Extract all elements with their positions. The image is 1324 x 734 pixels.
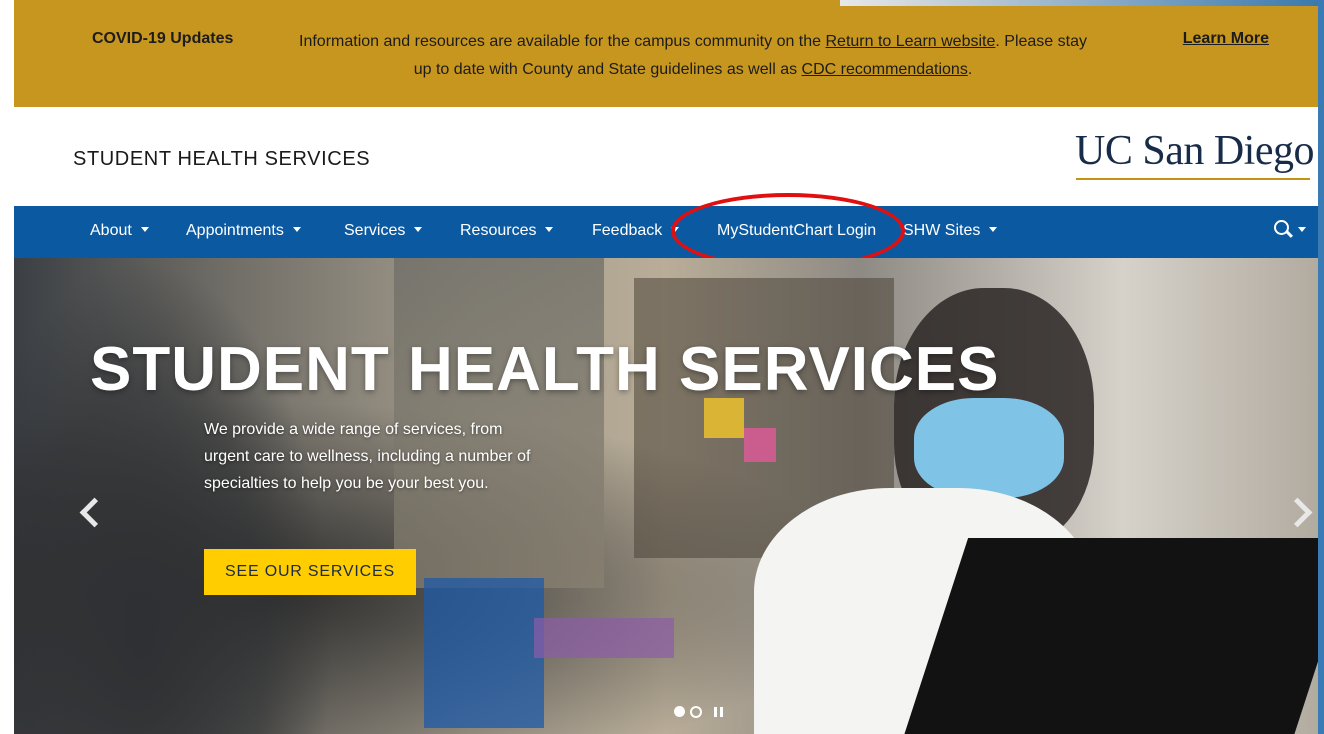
caret-down-icon [989, 227, 998, 233]
photo-face-mask [914, 398, 1064, 498]
nav-item-about[interactable]: About [90, 206, 149, 258]
search-button[interactable] [1274, 206, 1306, 258]
caret-down-icon [545, 227, 554, 233]
hero-carousel: STUDENT HEALTH SERVICES We provide a wid… [14, 258, 1318, 734]
covid-text-1: Information and resources are available … [299, 33, 826, 50]
carousel-dot-active[interactable] [674, 706, 685, 717]
see-our-services-button[interactable]: SEE OUR SERVICES [204, 549, 416, 595]
nav-item-shw-sites[interactable]: SHW Sites [903, 206, 998, 258]
nav-label: MyStudentChart Login [717, 222, 877, 239]
return-to-learn-link[interactable]: Return to Learn website [826, 33, 996, 50]
site-name[interactable]: STUDENT HEALTH SERVICES [73, 148, 370, 171]
nav-label: About [90, 222, 132, 239]
caret-down-icon [414, 227, 423, 233]
nav-label: Resources [460, 222, 537, 239]
covid-banner-message: Information and resources are available … [290, 28, 1096, 84]
carousel-dot[interactable] [690, 706, 702, 718]
photo-monitor [899, 538, 1318, 734]
cdc-recommendations-link[interactable]: CDC recommendations [802, 61, 968, 78]
photo-sticky-note [744, 428, 776, 462]
main-navigation: About Appointments Services Resources Fe… [14, 206, 1318, 258]
right-edge [1318, 0, 1324, 734]
photo-blue-item [424, 578, 544, 728]
page: COVID-19 Updates Information and resourc… [0, 0, 1324, 734]
nav-item-services[interactable]: Services [344, 206, 423, 258]
caret-down-icon [292, 227, 301, 233]
caret-down-icon [1298, 227, 1306, 233]
left-edge [0, 0, 14, 734]
nav-item-feedback[interactable]: Feedback [592, 206, 680, 258]
search-icon [1274, 220, 1289, 236]
nav-label: Appointments [186, 222, 284, 239]
logo-underline [1076, 178, 1310, 180]
photo-purple-item [534, 618, 674, 658]
covid-banner-title: COVID-19 Updates [92, 30, 234, 47]
covid-banner: COVID-19 Updates Information and resourc… [14, 0, 1318, 107]
nav-item-resources[interactable]: Resources [460, 206, 554, 258]
nav-label: Services [344, 222, 406, 239]
caret-down-icon [140, 227, 149, 233]
caret-down-icon [671, 227, 680, 233]
nav-item-mystudentchart-login[interactable]: MyStudentChart Login [717, 206, 876, 258]
ucsd-logo[interactable]: UC San Diego [1075, 127, 1315, 175]
learn-more-link[interactable]: Learn More [1183, 30, 1269, 48]
pause-icon[interactable] [714, 707, 724, 717]
nav-label: Feedback [592, 222, 663, 239]
nav-item-appointments[interactable]: Appointments [186, 206, 301, 258]
nav-label: SHW Sites [903, 222, 981, 239]
hero-description: We provide a wide range of services, fro… [204, 421, 531, 492]
covid-text-3: . [967, 61, 973, 78]
top-browser-strip [840, 0, 1318, 6]
chevron-right-icon[interactable] [1282, 497, 1313, 528]
site-header: STUDENT HEALTH SERVICES UC San Diego [14, 107, 1318, 206]
hero-title: STUDENT HEALTH SERVICES [90, 335, 1000, 404]
